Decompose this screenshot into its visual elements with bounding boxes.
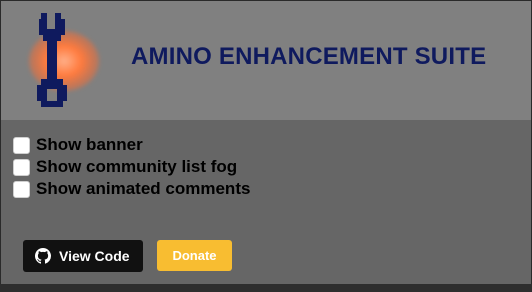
- app-title: AMINO ENHANCEMENT SUITE: [131, 43, 487, 70]
- donate-label: Donate: [172, 248, 217, 263]
- option-show-community-list-fog[interactable]: Show community list fog: [13, 156, 250, 178]
- option-label: Show community list fog: [36, 157, 238, 176]
- option-label: Show banner: [36, 135, 143, 154]
- option-show-animated-comments[interactable]: Show animated comments: [13, 178, 250, 200]
- wrench-icon: [37, 13, 67, 107]
- show-community-list-fog-checkbox[interactable]: [13, 158, 30, 176]
- options-list: Show banner Show community list fog Show…: [13, 134, 250, 200]
- view-code-label: View Code: [59, 248, 130, 264]
- donate-button[interactable]: Donate: [157, 240, 232, 271]
- header: AMINO ENHANCEMENT SUITE: [1, 1, 531, 120]
- background-strip: [0, 284, 532, 292]
- show-banner-checkbox[interactable]: [13, 136, 30, 154]
- github-icon: [35, 248, 51, 264]
- option-show-banner[interactable]: Show banner: [13, 134, 250, 156]
- show-animated-comments-checkbox[interactable]: [13, 180, 30, 198]
- logo: [21, 9, 111, 113]
- extension-popup: AMINO ENHANCEMENT SUITE Show banner Show…: [0, 0, 532, 292]
- view-code-button[interactable]: View Code: [23, 240, 143, 272]
- option-label: Show animated comments: [36, 179, 251, 198]
